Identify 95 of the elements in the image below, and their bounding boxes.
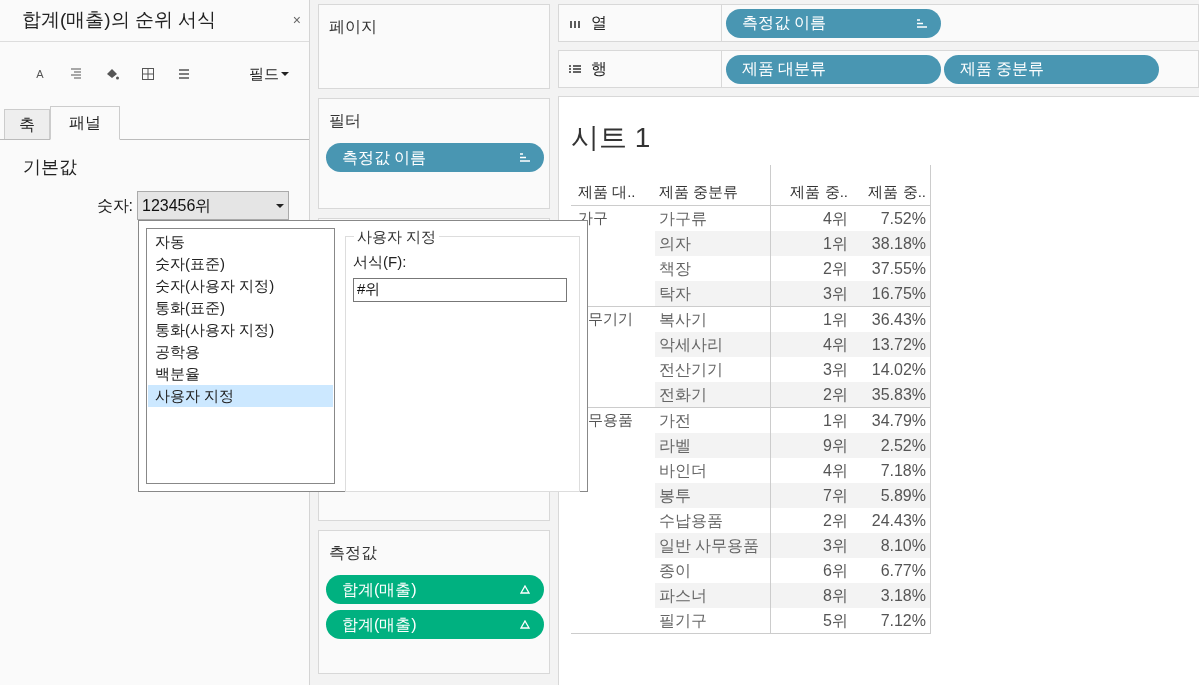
list-item[interactable]: 사용자 지정: [148, 385, 333, 407]
table-cell-text: 전화기: [659, 384, 707, 405]
table-cell-text: 2위: [823, 384, 848, 405]
lines-icon: [176, 66, 192, 82]
rows-icon: [569, 64, 581, 74]
list-item[interactable]: 백분율: [148, 363, 333, 385]
table-cell-text: 5.89%: [880, 485, 926, 506]
list-item[interactable]: 통화(사용자 지정): [148, 319, 333, 341]
list-item[interactable]: 통화(표준): [148, 297, 333, 319]
table-cell-text: 4위: [823, 334, 848, 355]
table-cell-text: 1위: [823, 233, 848, 254]
table-cell-text: 봉투: [659, 485, 691, 506]
table-cell-text: 라벨: [659, 435, 691, 456]
shelf-label: 행: [591, 59, 607, 79]
table-cell-text: 6위: [823, 560, 848, 581]
table-cell-text: 가구류: [659, 208, 707, 229]
tab[interactable]: 축: [4, 109, 50, 139]
table-cell-text: 무용품: [587, 410, 633, 430]
table-cell-text: 의자: [659, 233, 691, 254]
delta-icon: [520, 585, 530, 594]
table-cell-text: 2위: [823, 510, 848, 531]
list-item[interactable]: 숫자(표준): [148, 253, 333, 275]
table-cell-text: 3위: [823, 535, 848, 556]
caret-icon: [281, 71, 289, 77]
table-cell-text: 파스너: [659, 585, 707, 606]
table-cell-text: 9위: [823, 435, 848, 456]
sort-icon: [917, 18, 927, 28]
table-cell-text: 복사기: [659, 309, 707, 330]
table-cell-text: 전산기기: [659, 359, 723, 380]
section-heading: 기본값: [22, 156, 78, 179]
table-cell-text: 4위: [823, 460, 848, 481]
columns-icon: [569, 18, 581, 28]
delta-icon: [520, 620, 530, 629]
table-cell-text: 3위: [823, 283, 848, 304]
table-cell-text: 1위: [823, 410, 848, 431]
table-cell-text: 수납용품: [659, 510, 723, 531]
table-cell-text: 6.77%: [880, 560, 926, 581]
table-cell-text: 책장: [659, 258, 691, 279]
table-cell-text: 8.10%: [880, 535, 926, 556]
card-title: 페이지: [328, 17, 378, 37]
table-cell-text: 7위: [823, 485, 848, 506]
shelf-label: 열: [591, 13, 607, 33]
table-cell-text: 7.52%: [880, 208, 926, 229]
table-cell-text: 일반 사무용품: [659, 535, 760, 556]
table-cell-text: 14.02%: [871, 359, 926, 380]
table-cell-text: 8위: [823, 585, 848, 606]
table-cell-text: 가전: [659, 410, 691, 431]
card-title: 필터: [328, 111, 362, 131]
close-button[interactable]: ×: [292, 10, 301, 31]
card-title: 측정값: [328, 543, 378, 563]
table-cell-text: 1위: [823, 309, 848, 330]
table-cell-text: 무기기: [587, 309, 633, 329]
grid-button[interactable]: [140, 66, 156, 82]
table-cell-text: 악세사리: [659, 334, 723, 355]
number-format-dropdown[interactable]: 123456위: [137, 191, 289, 220]
caret-icon: [276, 202, 284, 209]
panel-title: 합계(매출)의 순위 서식: [22, 8, 217, 33]
list-item[interactable]: 공학용: [148, 341, 333, 363]
table-cell-text: 종이: [659, 560, 691, 581]
field-label: 서식(F):: [353, 252, 408, 272]
table-cell-text: 35.83%: [871, 384, 926, 405]
table-cell-text: 탁자: [659, 283, 691, 304]
table-cell-text: 38.18%: [871, 233, 926, 254]
table-cell-text: 2.52%: [880, 435, 926, 456]
column-header: 제품 중..: [790, 181, 848, 202]
fields-dropdown[interactable]: 필드: [249, 62, 289, 86]
column-header: 제품 중..: [868, 181, 926, 202]
tab[interactable]: 패널: [50, 106, 120, 140]
field-label: 숫자:: [96, 195, 133, 216]
table-cell-text: 2위: [823, 258, 848, 279]
table-cell-text: 3.18%: [880, 585, 926, 606]
table-cell-text: 34.79%: [871, 410, 926, 431]
format-input[interactable]: #위: [353, 277, 567, 302]
sheet-title: 시트 1: [571, 121, 652, 155]
table-cell-text: 7.12%: [880, 610, 926, 631]
table-cell-text: 필기구: [659, 610, 707, 631]
table-cell-text: 36.43%: [871, 309, 926, 330]
column-header: 제품 대..: [578, 181, 636, 202]
table-cell-text: 바인더: [659, 460, 707, 481]
table-cell-text: 7.18%: [880, 460, 926, 481]
table-cell-text: 16.75%: [871, 283, 926, 304]
table-cell-text: 13.72%: [871, 334, 926, 355]
table-cell-text: 24.43%: [871, 510, 926, 531]
grid-icon: [140, 66, 156, 82]
table-cell-text: 37.55%: [871, 258, 926, 279]
table-cell-text: 3위: [823, 359, 848, 380]
align-icon: [68, 66, 84, 82]
sort-icon: [520, 153, 530, 162]
list-item[interactable]: 숫자(사용자 지정): [148, 275, 333, 297]
table-cell-text: 4위: [823, 208, 848, 229]
lines-button[interactable]: [176, 66, 192, 82]
font-button[interactable]: A: [32, 65, 48, 83]
list-item[interactable]: 자동: [148, 231, 333, 253]
column-header: 제품 중분류: [659, 181, 739, 202]
table-cell-text: 5위: [823, 610, 848, 631]
